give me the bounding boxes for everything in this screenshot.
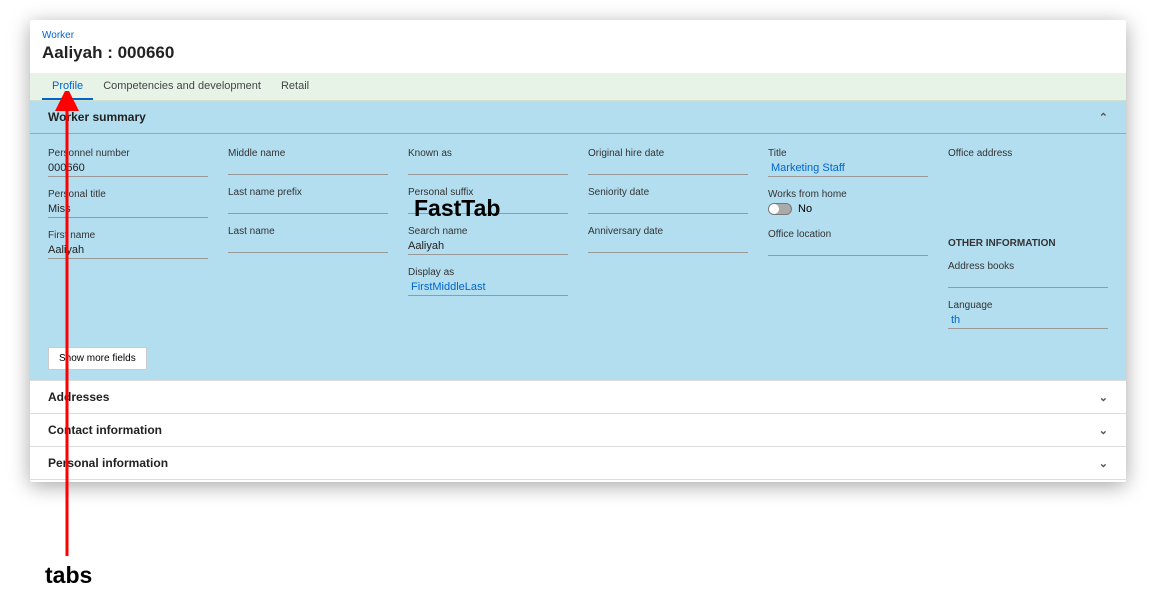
field-language: Language th <box>948 300 1108 329</box>
label-middle-name: Middle name <box>228 148 388 159</box>
label-display-as: Display as <box>408 267 568 278</box>
section-other-information: OTHER INFORMATION <box>948 238 1108 249</box>
content-area[interactable]: Worker summary ⌃ Personnel number 000660… <box>30 101 1126 481</box>
field-personnel-number: Personnel number 000660 <box>48 148 208 177</box>
field-search-name: Search name Aaliyah <box>408 226 568 255</box>
label-original-hire-date: Original hire date <box>588 148 748 159</box>
annotation-label-fasttab: FastTab <box>414 195 500 222</box>
fasttab-header-contact[interactable]: Contact information ⌄ <box>30 414 1126 446</box>
fasttab-title-addresses: Addresses <box>48 390 109 404</box>
value-search-name[interactable]: Aaliyah <box>408 238 568 255</box>
fasttab-worker-summary: Worker summary ⌃ Personnel number 000660… <box>30 101 1126 381</box>
fasttab-title: Worker summary <box>48 110 146 124</box>
field-address-books: Address books <box>948 261 1108 288</box>
column-5: Title Marketing Staff Works from home No… <box>768 148 928 329</box>
value-display-as[interactable]: FirstMiddleLast <box>408 279 568 296</box>
field-known-as: Known as <box>408 148 568 175</box>
label-anniversary-date: Anniversary date <box>588 226 748 237</box>
fasttab-header-addresses[interactable]: Addresses ⌄ <box>30 381 1126 413</box>
field-middle-name: Middle name <box>228 148 388 175</box>
label-known-as: Known as <box>408 148 568 159</box>
field-seniority-date: Seniority date <box>588 187 748 214</box>
value-address-books[interactable] <box>948 273 1108 288</box>
tab-profile[interactable]: Profile <box>42 73 93 100</box>
label-seniority-date: Seniority date <box>588 187 748 198</box>
tab-bar: Profile Competencies and development Ret… <box>30 73 1126 101</box>
fasttab-header-worker-summary[interactable]: Worker summary ⌃ <box>30 101 1126 134</box>
label-last-name: Last name <box>228 226 388 237</box>
label-last-name-prefix: Last name prefix <box>228 187 388 198</box>
field-works-from-home: Works from home No <box>768 189 928 217</box>
field-office-location: Office location <box>768 229 928 256</box>
value-middle-name[interactable] <box>228 160 388 175</box>
label-title: Title <box>768 148 928 159</box>
field-last-name: Last name <box>228 226 388 253</box>
chevron-down-icon: ⌄ <box>1099 424 1108 437</box>
label-works-from-home: Works from home <box>768 189 928 200</box>
label-address-books: Address books <box>948 261 1108 272</box>
value-known-as[interactable] <box>408 160 568 175</box>
field-last-name-prefix: Last name prefix <box>228 187 388 214</box>
field-anniversary-date: Anniversary date <box>588 226 748 253</box>
field-title: Title Marketing Staff <box>768 148 928 177</box>
value-anniversary-date[interactable] <box>588 238 748 253</box>
annotation-label-tabs: tabs <box>45 562 92 589</box>
show-more-fields-button[interactable]: Show more fields <box>48 347 147 370</box>
field-display-as: Display as FirstMiddleLast <box>408 267 568 296</box>
field-personal-title: Personal title Miss <box>48 189 208 218</box>
column-3: Known as Personal suffix Search name Aal… <box>408 148 568 329</box>
column-6: Office address OTHER INFORMATION Address… <box>948 148 1108 329</box>
tab-retail[interactable]: Retail <box>271 73 319 100</box>
chevron-down-icon: ⌄ <box>1099 457 1108 470</box>
label-office-location: Office location <box>768 229 928 240</box>
value-first-name[interactable]: Aaliyah <box>48 242 208 259</box>
value-personnel-number[interactable]: 000660 <box>48 160 208 177</box>
worker-form-window: Worker Aaliyah : 000660 Profile Competen… <box>30 20 1126 482</box>
label-first-name: First name <box>48 230 208 241</box>
value-office-address[interactable] <box>948 160 1108 220</box>
value-office-location[interactable] <box>768 241 928 256</box>
fasttab-body-worker-summary: Personnel number 000660 Personal title M… <box>30 134 1126 339</box>
field-first-name: First name Aaliyah <box>48 230 208 259</box>
tab-competencies[interactable]: Competencies and development <box>93 73 271 100</box>
fasttab-title-contact: Contact information <box>48 423 162 437</box>
fasttab-more <box>30 480 1126 481</box>
label-office-address: Office address <box>948 148 1108 159</box>
label-personal-title: Personal title <box>48 189 208 200</box>
fasttab-title-personal: Personal information <box>48 456 168 470</box>
fasttab-contact-information: Contact information ⌄ <box>30 414 1126 447</box>
label-search-name: Search name <box>408 226 568 237</box>
fasttab-header-more[interactable] <box>30 480 1126 481</box>
page-title: Aaliyah : 000660 <box>30 43 1126 73</box>
field-original-hire-date: Original hire date <box>588 148 748 175</box>
chevron-down-icon: ⌄ <box>1099 391 1108 404</box>
value-language[interactable]: th <box>948 312 1108 329</box>
label-personnel-number: Personnel number <box>48 148 208 159</box>
value-last-name[interactable] <box>228 238 388 253</box>
toggle-value: No <box>798 203 812 215</box>
toggle-works-from-home[interactable]: No <box>768 201 928 217</box>
toggle-track <box>768 203 792 215</box>
fasttab-addresses: Addresses ⌄ <box>30 381 1126 414</box>
value-seniority-date[interactable] <box>588 199 748 214</box>
show-more-wrap: Show more fields <box>30 339 1126 380</box>
column-1: Personnel number 000660 Personal title M… <box>48 148 208 329</box>
label-language: Language <box>948 300 1108 311</box>
value-last-name-prefix[interactable] <box>228 199 388 214</box>
column-4: Original hire date Seniority date Annive… <box>588 148 748 329</box>
value-title[interactable]: Marketing Staff <box>768 160 928 177</box>
value-personal-title[interactable]: Miss <box>48 201 208 218</box>
fasttab-header-personal[interactable]: Personal information ⌄ <box>30 447 1126 479</box>
chevron-up-icon: ⌃ <box>1099 111 1108 124</box>
breadcrumb[interactable]: Worker <box>30 20 1126 43</box>
fasttab-personal-information: Personal information ⌄ <box>30 447 1126 480</box>
toggle-thumb <box>769 204 779 214</box>
column-2: Middle name Last name prefix Last name <box>228 148 388 329</box>
value-original-hire-date[interactable] <box>588 160 748 175</box>
field-office-address: Office address <box>948 148 1108 220</box>
